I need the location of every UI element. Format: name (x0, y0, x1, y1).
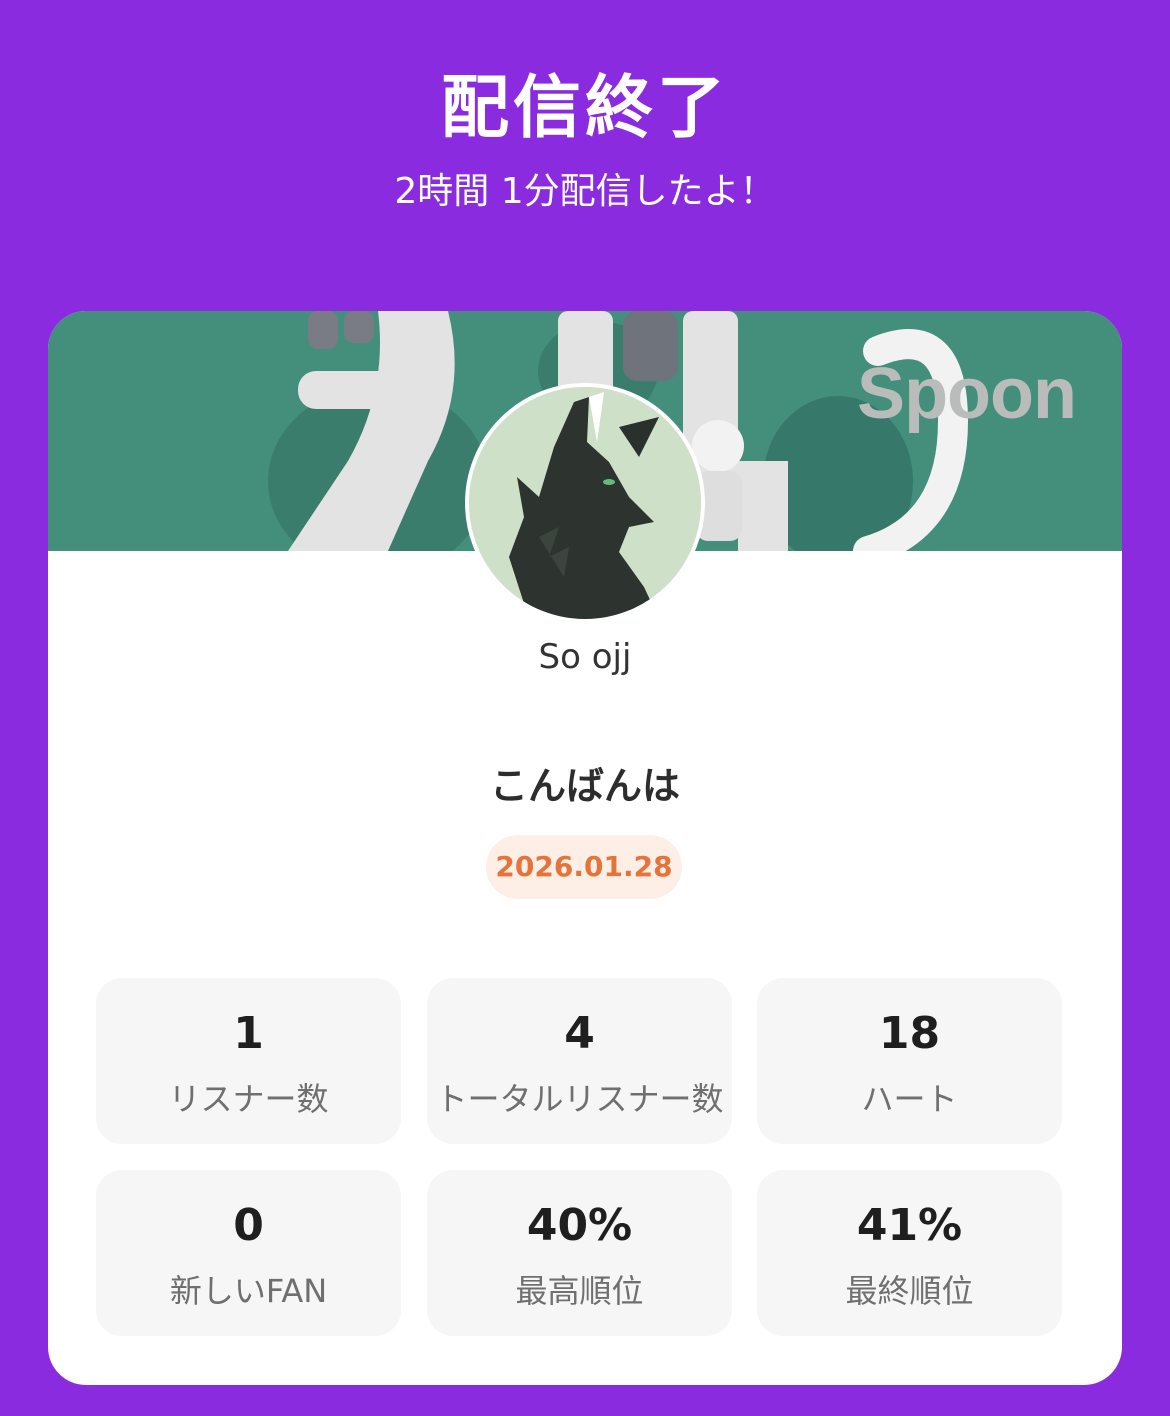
stat-final-rank: 41% 最終順位 (757, 1170, 1062, 1336)
avatar[interactable] (465, 383, 705, 623)
stat-total-listeners: 4 トータルリスナー数 (427, 978, 732, 1144)
stat-value: 1 (233, 1008, 264, 1059)
stat-label: リスナー数 (168, 1080, 329, 1118)
stat-label: ハート (861, 1080, 958, 1118)
stat-label: 新しいFAN (169, 1272, 328, 1310)
stat-value: 40% (526, 1200, 633, 1251)
broadcast-title: こんばんは (489, 764, 680, 808)
stat-new-fans: 0 新しいFAN (96, 1170, 401, 1336)
stat-value: 4 (564, 1008, 595, 1059)
stat-value: 0 (233, 1200, 264, 1251)
page-title: 配信終了 (440, 69, 729, 148)
date-badge: 2026.01.28 (486, 835, 682, 899)
stat-highest-rank: 40% 最高順位 (427, 1170, 732, 1336)
stat-hearts: 18 ハート (757, 978, 1062, 1144)
stat-label: トータルリスナー数 (435, 1080, 724, 1118)
stat-label: 最高順位 (515, 1272, 644, 1310)
stat-listeners: 1 リスナー数 (96, 978, 401, 1144)
stat-value: 41% (856, 1200, 963, 1251)
broadcast-duration: 2時間 1分配信したよ！ (394, 171, 776, 212)
spoon-logo: Spoon (857, 354, 1077, 434)
broadcast-summary-card: Spoon So ojj こんばんは 2026.01.28 1 リスナー数 4 … (48, 311, 1122, 1385)
stat-label: 最終順位 (845, 1272, 974, 1310)
stat-value: 18 (878, 1008, 941, 1059)
wolf-avatar-image (469, 387, 701, 619)
username: So ojj (538, 637, 632, 677)
